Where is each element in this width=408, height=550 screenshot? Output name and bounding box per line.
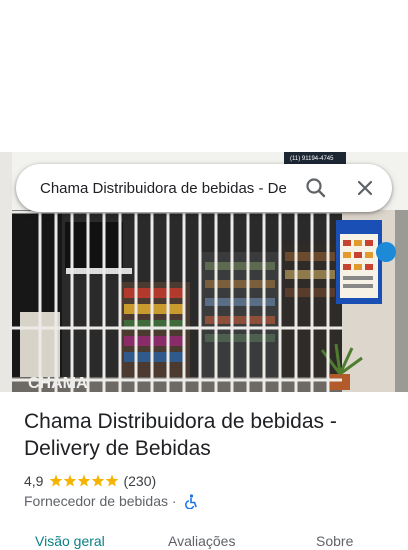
place-title: Chama Distribuidora de bebidas - Deliver… <box>24 410 337 460</box>
phone-number: (11) 91194-4745 <box>290 156 334 162</box>
star-rating-icon <box>49 474 119 492</box>
star-icon <box>50 474 63 487</box>
star-icon <box>78 474 91 487</box>
category-row: Fornecedor de bebidas · <box>24 492 198 510</box>
star-icon <box>64 474 77 487</box>
separator: · <box>171 493 177 509</box>
review-count[interactable]: (230) <box>123 473 156 489</box>
search-icon[interactable] <box>302 174 330 202</box>
tab-about[interactable]: Sobre <box>316 532 353 550</box>
store-sign: CHAMA <box>28 375 88 392</box>
map-area-blank <box>0 0 408 152</box>
wheelchair-icon <box>184 494 198 513</box>
star-icon <box>92 474 105 487</box>
rating-value: 4,9 <box>24 473 44 489</box>
tab-reviews[interactable]: Avaliações <box>168 532 235 550</box>
search-box[interactable]: Chama Distribuidora de bebidas - Deliver… <box>16 164 392 212</box>
tab-overview[interactable]: Visão geral <box>35 532 105 550</box>
star-icon <box>106 474 119 487</box>
place-category: Fornecedor de bebidas <box>24 493 168 509</box>
rating-row[interactable]: 4,9 (230) <box>24 472 156 490</box>
close-icon[interactable] <box>351 174 379 202</box>
search-input[interactable]: Chama Distribuidora de bebidas - Deliver… <box>40 178 286 200</box>
